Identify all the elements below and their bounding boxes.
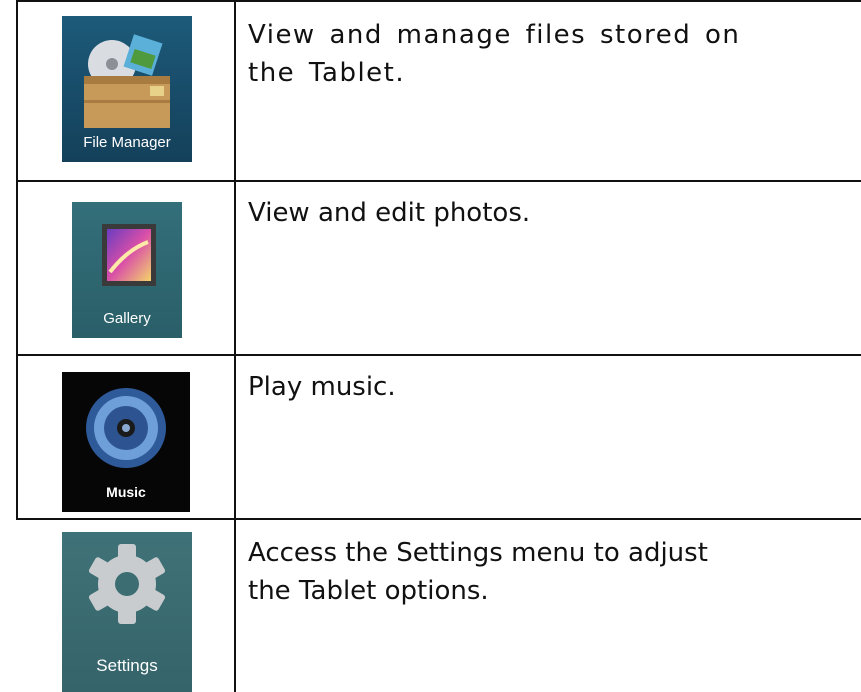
music-label: Music <box>106 484 146 500</box>
gallery-app-icon[interactable]: Gallery <box>72 202 182 338</box>
music-app-icon[interactable]: Music <box>62 372 190 512</box>
music-icon <box>86 388 166 468</box>
settings-icon <box>88 544 166 624</box>
file-manager-description: View and manage files stored on the Tabl… <box>248 20 741 88</box>
file-manager-icon <box>84 34 170 128</box>
table-row: File Manager <box>18 2 234 180</box>
gallery-label: Gallery <box>103 310 151 327</box>
gallery-icon <box>102 224 156 286</box>
apps-table: File Manager View and manage files store… <box>0 0 861 692</box>
settings-label: Settings <box>96 656 158 675</box>
table-row: Settings <box>18 520 234 692</box>
settings-app-icon[interactable]: Settings <box>62 532 192 692</box>
settings-description: Access the Settings menu to adjust the T… <box>248 538 708 606</box>
file-manager-app-icon[interactable]: File Manager <box>62 16 192 162</box>
table-row: Music <box>18 356 234 518</box>
gallery-description: View and edit photos. <box>248 198 531 228</box>
file-manager-label: File Manager <box>83 134 171 151</box>
table-row: Gallery <box>18 182 234 354</box>
music-description: Play music. <box>248 372 396 402</box>
